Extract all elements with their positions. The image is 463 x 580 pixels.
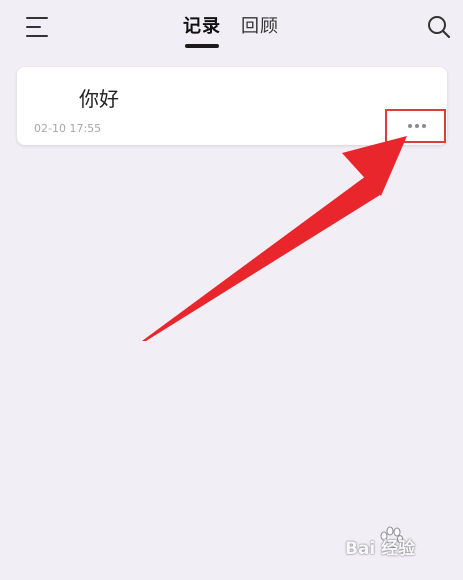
tab-bar: 记录 回顾 [183,14,279,50]
watermark: Bai 经验 [345,526,457,562]
watermark-text: Bai 经验 [345,539,416,559]
more-options-button[interactable] [385,109,448,143]
baidu-paw-logo-icon [380,526,404,549]
top-bar: 记录 回顾 [0,0,463,56]
menu-button[interactable] [26,16,50,38]
note-content: 你好 [79,87,119,111]
tab-review[interactable]: 回顾 [241,14,279,50]
more-icon [407,124,426,128]
search-icon [428,16,451,39]
menu-icon [26,17,48,37]
note-card[interactable]: 你好 02-10 17:55 [17,67,447,145]
tab-records[interactable]: 记录 [183,14,221,50]
note-timestamp: 02-10 17:55 [34,122,102,135]
search-button[interactable] [426,14,452,40]
